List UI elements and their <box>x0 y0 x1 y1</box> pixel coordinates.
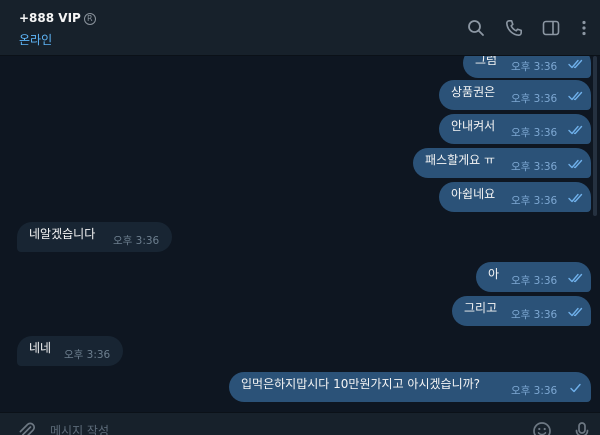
message-bubble-outgoing[interactable]: 그럼 오후 3:36 <box>463 56 591 78</box>
message-time: 오후 3:36 <box>511 93 558 105</box>
message-time: 오후 3:36 <box>511 309 558 321</box>
message-text: 네네 <box>29 341 52 355</box>
message-text: 안내켜서 <box>451 119 496 133</box>
more-vert-icon[interactable] <box>575 19 593 37</box>
attach-icon[interactable] <box>16 421 36 435</box>
message-composer <box>0 412 600 435</box>
message-time: 오후 3:36 <box>511 161 558 173</box>
contact-status: 온라인 <box>19 33 53 47</box>
message-time: 오후 3:36 <box>64 349 111 361</box>
sidebar-toggle-icon[interactable] <box>542 19 560 37</box>
message-text: 상품권은 <box>451 85 496 99</box>
message-time: 오후 3:36 <box>511 127 558 139</box>
contact-name-text: +888 VIP <box>19 11 81 25</box>
chat-header: +888 VIP R 온라인 <box>0 0 600 56</box>
message-time: 오후 3:36 <box>113 235 160 247</box>
message-text: 그럼 <box>475 56 498 67</box>
single-check-icon <box>568 383 584 393</box>
message-text: 아쉽네요 <box>451 187 496 201</box>
message-bubble-incoming[interactable]: 네알겠습니다 오후 3:36 <box>17 222 172 252</box>
message-time: 오후 3:36 <box>511 385 558 397</box>
message-text: 입먹은하지맙시다 10만원가지고 아시겠습니까? <box>241 377 481 391</box>
double-check-icon <box>568 307 584 317</box>
message-text: 아 <box>488 267 500 281</box>
double-check-icon <box>568 273 584 283</box>
chat-scrollbar[interactable] <box>593 56 597 216</box>
phone-icon[interactable] <box>505 19 523 37</box>
double-check-icon <box>568 91 584 101</box>
message-time: 오후 3:36 <box>511 61 558 73</box>
message-bubble-outgoing[interactable]: 상품권은 오후 3:36 <box>439 80 591 110</box>
message-input[interactable] <box>50 421 470 435</box>
message-text: 네알겠습니다 <box>29 227 96 241</box>
message-time: 오후 3:36 <box>511 275 558 287</box>
message-text: 그리고 <box>464 301 498 315</box>
message-text: 패스할게요 ㅠ <box>425 153 496 167</box>
registered-icon: R <box>83 13 96 25</box>
message-bubble-incoming[interactable]: 네네 오후 3:36 <box>17 336 123 366</box>
double-check-icon <box>568 193 584 203</box>
contact-name[interactable]: +888 VIP R <box>19 11 96 25</box>
message-bubble-outgoing[interactable]: 패스할게요 ㅠ 오후 3:36 <box>413 148 591 178</box>
message-bubble-outgoing[interactable]: 그리고 오후 3:36 <box>452 296 591 326</box>
message-bubble-outgoing[interactable]: 아 오후 3:36 <box>476 262 591 292</box>
message-list[interactable]: 그럼 오후 3:36 상품권은 오후 3:36 안내켜서 오후 3:36 패스할… <box>0 56 600 412</box>
double-check-icon <box>568 125 584 135</box>
microphone-icon[interactable] <box>572 421 592 435</box>
message-time: 오후 3:36 <box>511 195 558 207</box>
message-bubble-outgoing[interactable]: 안내켜서 오후 3:36 <box>439 114 591 144</box>
double-check-icon <box>568 59 584 69</box>
message-bubble-outgoing[interactable]: 입먹은하지맙시다 10만원가지고 아시겠습니까? 오후 3:36 <box>229 372 591 402</box>
double-check-icon <box>568 159 584 169</box>
search-icon[interactable] <box>467 19 485 37</box>
message-bubble-outgoing[interactable]: 아쉽네요 오후 3:36 <box>439 182 591 212</box>
emoji-icon[interactable] <box>532 421 552 435</box>
